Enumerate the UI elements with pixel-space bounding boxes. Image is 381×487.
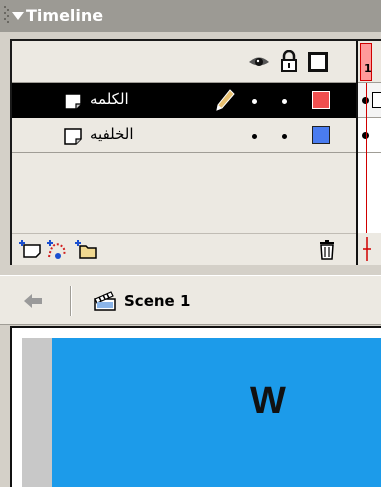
layer-icon [64, 128, 82, 145]
layer-list-empty-area [12, 153, 356, 233]
add-motion-guide-icon[interactable] [46, 239, 70, 261]
panel-title: Timeline [26, 6, 104, 25]
work-area [22, 338, 52, 487]
scene-label[interactable]: Scene 1 [124, 292, 190, 310]
visibility-dot[interactable] [252, 134, 257, 139]
visibility-dot[interactable] [252, 99, 257, 104]
layer-header [12, 41, 356, 83]
layer-icon [64, 93, 82, 110]
trash-icon[interactable] [315, 239, 339, 261]
playhead-line [366, 83, 367, 233]
stage[interactable]: W [10, 326, 381, 487]
lock-dot[interactable] [282, 134, 287, 139]
pencil-icon [216, 89, 235, 111]
frame-end-marker [372, 92, 381, 108]
timeline-panel-header[interactable]: Timeline [0, 0, 381, 32]
frame-ruler[interactable]: 1 [358, 41, 381, 83]
stage-text[interactable]: W [250, 380, 286, 423]
layer-row[interactable]: الخلفيه [12, 118, 356, 153]
edit-bar: Scene 1 [0, 275, 381, 325]
lock-icon[interactable] [280, 50, 298, 72]
layer-name[interactable]: الكلمه [90, 90, 129, 108]
collapse-triangle-icon[interactable] [12, 12, 24, 20]
drag-grip-icon[interactable] [4, 6, 10, 26]
add-folder-icon[interactable] [74, 239, 98, 261]
stage-canvas[interactable]: W [52, 338, 381, 487]
divider [70, 286, 72, 316]
playhead[interactable]: 1 [360, 43, 372, 81]
outline-color-swatch[interactable] [312, 126, 330, 144]
timeline: الكلمه الخلفيه 1 [10, 39, 381, 265]
frame-cell[interactable] [358, 83, 381, 118]
current-frame-number: 1 [364, 62, 372, 75]
frame-cell[interactable] [358, 118, 381, 153]
layer-row[interactable]: الكلمه [12, 83, 356, 118]
frames-area[interactable]: 1 [356, 41, 381, 265]
lock-dot[interactable] [282, 99, 287, 104]
flash-window: Timeline الكلمه الخلفيه 1 Scene 1 W [0, 0, 381, 487]
frame-toolbar [358, 233, 381, 265]
clapperboard-icon [94, 291, 116, 311]
layer-toolbar [12, 233, 356, 265]
outline-toggle-icon[interactable] [308, 52, 328, 72]
outline-color-swatch[interactable] [312, 91, 330, 109]
layer-name[interactable]: الخلفيه [90, 125, 134, 143]
eye-icon[interactable] [248, 55, 270, 69]
add-layer-icon[interactable] [18, 239, 42, 261]
back-arrow-icon[interactable] [22, 291, 44, 311]
center-frame-icon[interactable] [360, 237, 374, 261]
